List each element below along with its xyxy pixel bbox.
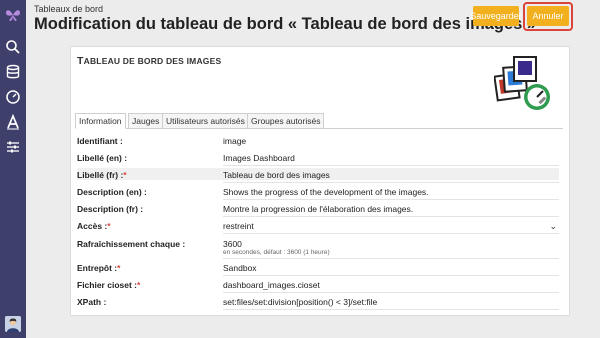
field-label: Rafraîchissement chaque : — [77, 239, 186, 249]
tab-groupes-autorises[interactable]: Groupes autorisés — [247, 113, 325, 129]
description-fr-input[interactable]: Montre la progression de l'élaboration d… — [223, 204, 559, 217]
xpath-input[interactable]: set:files/set:division[position() < 3]/s… — [223, 297, 559, 310]
tab-bar: Information Jauges Utilisateurs autorisé… — [75, 113, 563, 129]
gauge-icon[interactable] — [4, 88, 22, 106]
user-avatar-icon[interactable] — [5, 316, 21, 332]
field-label: Fichier cioset :* — [77, 280, 141, 290]
database-icon[interactable] — [4, 63, 22, 81]
sliders-icon[interactable] — [4, 138, 22, 156]
field-label: Libellé (fr) :* — [77, 170, 127, 180]
field-label: Description (en) : — [77, 187, 147, 197]
cancel-button-highlight — [523, 2, 573, 31]
description-en-input[interactable]: Shows the progress of the development of… — [223, 187, 559, 200]
breadcrumb[interactable]: Tableaux de bord — [34, 4, 103, 14]
tab-utilisateurs-autorises[interactable]: Utilisateurs autorisés — [162, 113, 249, 129]
card-title-rest: ABLEAU DE BORD DES IMAGES — [83, 56, 222, 66]
search-icon[interactable] — [4, 38, 22, 56]
acces-select[interactable]: restreint ⌄ — [223, 221, 559, 234]
chevron-down-icon: ⌄ — [549, 221, 557, 231]
text-font-icon[interactable] — [4, 113, 22, 131]
field-label: XPath : — [77, 297, 107, 307]
field-label: Libellé (en) : — [77, 153, 128, 163]
libelle-fr-input[interactable]: Tableau de bord des images — [223, 170, 559, 183]
card-title-initial: T — [77, 55, 84, 67]
tab-jauges[interactable]: Jauges — [128, 113, 164, 129]
field-label: Entrepôt :* — [77, 263, 121, 273]
dashboard-form-card: TABLEAU DE BORD DES IMAGES Information J… — [70, 46, 570, 316]
identifiant-value: image — [223, 136, 247, 146]
save-button[interactable]: Sauvegarder — [470, 6, 522, 26]
page-title: Modification du tableau de bord « Tablea… — [34, 15, 537, 33]
dashboard-images-icon — [494, 56, 550, 110]
butterfly-logo-icon[interactable] — [4, 6, 22, 24]
card-title: TABLEAU DE BORD DES IMAGES — [77, 55, 221, 67]
field-label: Accès :* — [77, 221, 111, 231]
tab-information[interactable]: Information — [75, 113, 126, 129]
field-label: Identifiant : — [77, 136, 123, 146]
fichier-cioset-input[interactable]: dashboard_images.cioset — [223, 280, 559, 293]
entrepot-input[interactable]: Sandbox — [223, 263, 559, 276]
rafraichissement-hint: en secondes, défaut : 3600 (1 heure) — [223, 249, 330, 256]
libelle-en-input[interactable]: Images Dashboard — [223, 153, 559, 166]
sidebar — [0, 0, 26, 338]
field-label: Description (fr) : — [77, 204, 144, 214]
